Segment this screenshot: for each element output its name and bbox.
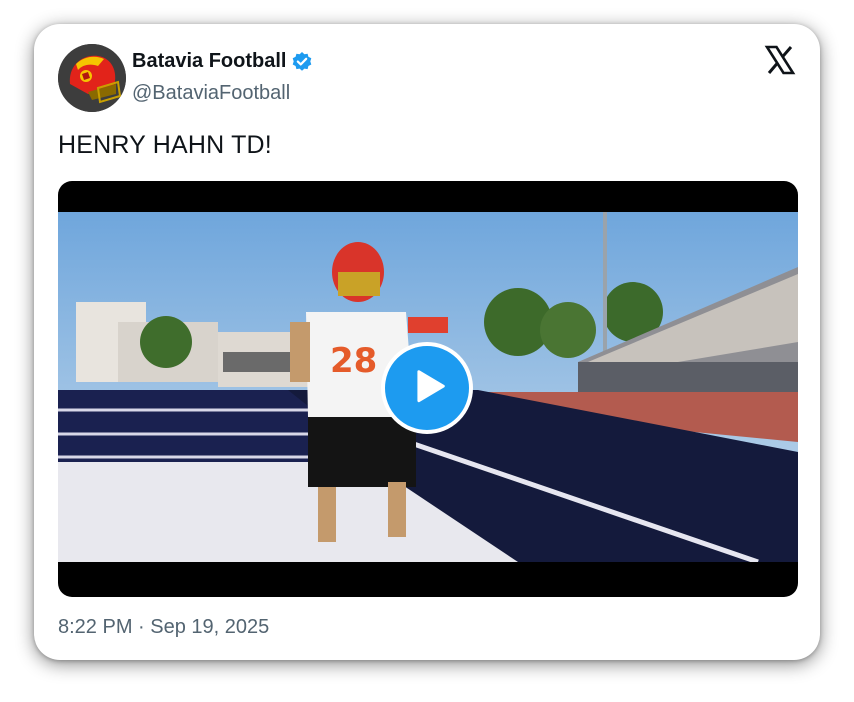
jersey-number: 28 [330, 341, 377, 381]
tweet-timestamp[interactable]: 8:22 PM · Sep 19, 2025 [58, 616, 269, 639]
account-handle[interactable]: @BataviaFootball [132, 82, 290, 105]
x-logo-icon[interactable] [764, 44, 796, 76]
display-name[interactable]: Batavia Football [132, 50, 286, 73]
helmet-logo-icon [58, 44, 126, 112]
play-button[interactable] [381, 342, 473, 434]
avatar[interactable] [58, 44, 126, 112]
verified-badge-icon [293, 51, 312, 71]
tweet-text: HENRY HAHN TD! [58, 131, 272, 159]
play-icon [417, 370, 445, 403]
tweet-card: Batavia Football @BataviaFootball HENRY … [34, 24, 820, 660]
video-player[interactable]: 28 [58, 181, 798, 597]
